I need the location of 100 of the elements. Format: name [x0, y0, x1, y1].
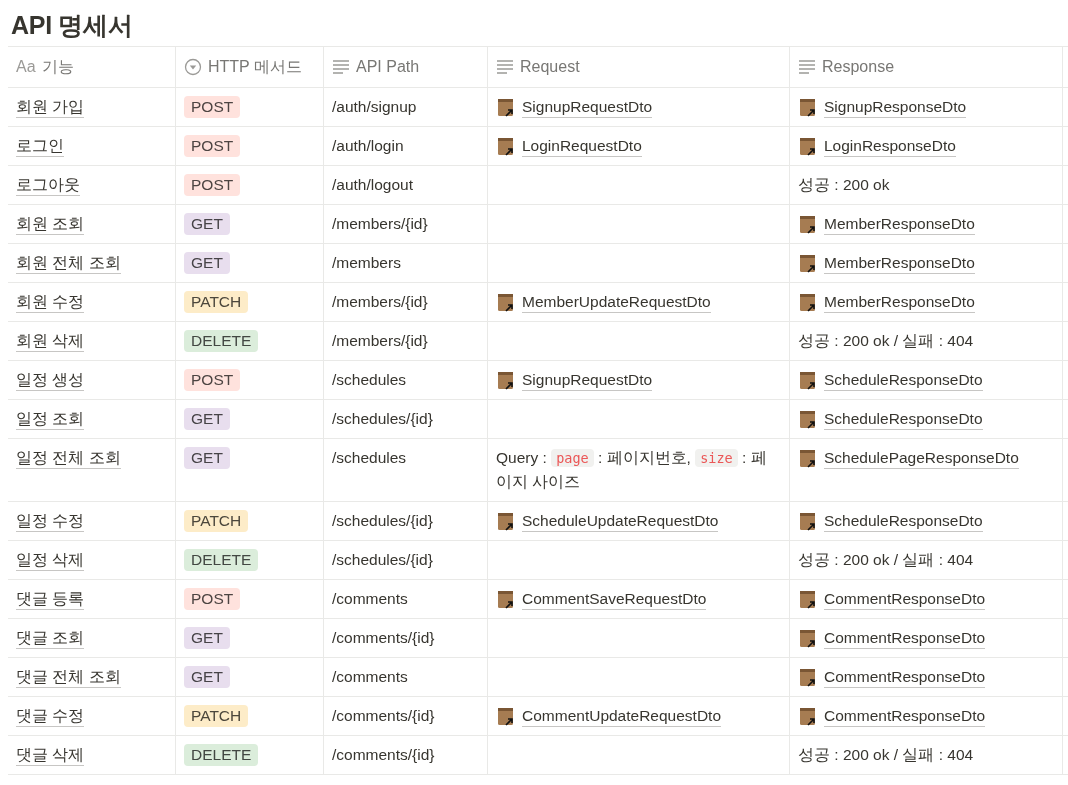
api-path: /comments [332, 589, 408, 609]
method-tag: GET [184, 666, 230, 688]
method-tag: GET [184, 408, 230, 430]
scroll-page-icon [798, 589, 818, 610]
row-title[interactable]: 일정 조회 [16, 409, 85, 430]
api-path: /schedules/{id} [332, 550, 433, 570]
row-title[interactable]: 댓글 등록 [16, 589, 85, 610]
scroll-page-icon [496, 292, 516, 313]
api-path: /auth/signup [332, 97, 417, 117]
api-path: /schedules [332, 370, 407, 390]
method-tag: GET [184, 627, 230, 649]
method-tag: POST [184, 96, 241, 118]
scroll-page-icon [496, 511, 516, 532]
scroll-page-icon [798, 448, 818, 469]
api-path: /members/{id} [332, 214, 428, 234]
page-link[interactable]: CommentResponseDto [798, 628, 986, 649]
api-path: /schedules [332, 448, 407, 468]
scroll-page-icon [798, 136, 818, 157]
row-title[interactable]: 회원 조회 [16, 214, 85, 235]
page-link[interactable]: MemberUpdateRequestDto [496, 292, 711, 313]
scroll-page-icon [798, 628, 818, 649]
page-link[interactable]: MemberResponseDto [798, 292, 975, 313]
text-lines-icon [798, 59, 816, 75]
text-lines-icon [332, 59, 350, 75]
scroll-page-icon [798, 214, 818, 235]
method-tag: DELETE [184, 549, 259, 571]
page-link[interactable]: LoginResponseDto [798, 136, 956, 157]
api-path: /members/{id} [332, 331, 428, 351]
method-tag: PATCH [184, 291, 249, 313]
page-link[interactable]: ScheduleResponseDto [798, 409, 983, 430]
page-link[interactable]: CommentSaveRequestDto [496, 589, 707, 610]
status-text: 성공 : 200 ok / 실패 : 404 [798, 550, 974, 570]
row-title[interactable]: 일정 전체 조회 [16, 448, 121, 469]
page-link[interactable]: SignupResponseDto [798, 97, 967, 118]
scroll-page-icon [496, 97, 516, 118]
method-tag: DELETE [184, 330, 259, 352]
scroll-page-icon [798, 409, 818, 430]
scroll-page-icon [798, 706, 818, 727]
row-title[interactable]: 댓글 조회 [16, 628, 85, 649]
row-title[interactable]: 댓글 삭제 [16, 745, 85, 766]
column-header[interactable]: HTTP 메서드 [208, 55, 302, 79]
api-path: /members [332, 253, 401, 273]
text-lines-icon [496, 59, 514, 75]
row-title[interactable]: 댓글 수정 [16, 706, 85, 727]
method-tag: DELETE [184, 744, 259, 766]
api-path: /members/{id} [332, 292, 428, 312]
scroll-page-icon [798, 667, 818, 688]
page-link[interactable]: ScheduleResponseDto [798, 511, 983, 532]
status-text: 성공 : 200 ok / 실패 : 404 [798, 331, 974, 351]
api-path: /schedules/{id} [332, 409, 433, 429]
column-header[interactable]: Request [520, 55, 580, 79]
method-tag: PATCH [184, 510, 249, 532]
row-title[interactable]: 회원 삭제 [16, 331, 85, 352]
api-path: /comments [332, 667, 408, 687]
row-title[interactable]: 로그아웃 [16, 175, 80, 196]
api-path: /comments/{id} [332, 745, 435, 765]
api-path: /auth/logout [332, 175, 413, 195]
page-link[interactable]: CommentResponseDto [798, 589, 986, 610]
row-title[interactable]: 회원 전체 조회 [16, 253, 121, 274]
method-tag: POST [184, 135, 241, 157]
scroll-page-icon [496, 370, 516, 391]
row-title[interactable]: 댓글 전체 조회 [16, 667, 121, 688]
row-title[interactable]: 회원 수정 [16, 292, 85, 313]
page-link[interactable]: ScheduleUpdateRequestDto [496, 511, 719, 532]
column-header[interactable]: 기능 [41, 55, 74, 79]
api-path: /comments/{id} [332, 628, 435, 648]
row-title[interactable]: 일정 삭제 [16, 550, 85, 571]
method-tag: PATCH [184, 705, 249, 727]
scroll-page-icon [496, 589, 516, 610]
page-link[interactable]: CommentUpdateRequestDto [496, 706, 722, 727]
page-link[interactable]: MemberResponseDto [798, 253, 975, 274]
page-link[interactable]: SchedulePageResponseDto [798, 448, 1019, 469]
page-link[interactable]: CommentResponseDto [798, 706, 986, 727]
row-title[interactable]: 로그인 [16, 136, 64, 157]
page-link[interactable]: MemberResponseDto [798, 214, 975, 235]
row-title[interactable]: 일정 생성 [16, 370, 85, 391]
method-tag: GET [184, 213, 230, 235]
status-text: 성공 : 200 ok [798, 175, 890, 195]
api-path: /comments/{id} [332, 706, 435, 726]
api-path: /auth/login [332, 136, 404, 156]
method-tag: POST [184, 369, 241, 391]
page-link[interactable]: LoginRequestDto [496, 136, 642, 157]
method-tag: POST [184, 588, 241, 610]
page-link[interactable]: ScheduleResponseDto [798, 370, 983, 391]
query-description: Query : page : 페이지번호, size : 페이지 사이즈 [496, 448, 768, 492]
column-header[interactable]: Response [822, 55, 895, 79]
page-link[interactable]: CommentResponseDto [798, 667, 986, 688]
scroll-page-icon [798, 292, 818, 313]
page-link[interactable]: SignupRequestDto [496, 97, 653, 118]
scroll-page-icon [496, 136, 516, 157]
status-text: 성공 : 200 ok / 실패 : 404 [798, 745, 974, 765]
title-type-icon: Aa [16, 55, 36, 79]
scroll-page-icon [798, 253, 818, 274]
column-header[interactable]: API Path [356, 55, 420, 79]
row-title[interactable]: 일정 수정 [16, 511, 85, 532]
scroll-page-icon [798, 97, 818, 118]
page-link[interactable]: SignupRequestDto [496, 370, 653, 391]
method-tag: POST [184, 174, 241, 196]
method-tag: GET [184, 447, 230, 469]
row-title[interactable]: 회원 가입 [16, 97, 85, 118]
